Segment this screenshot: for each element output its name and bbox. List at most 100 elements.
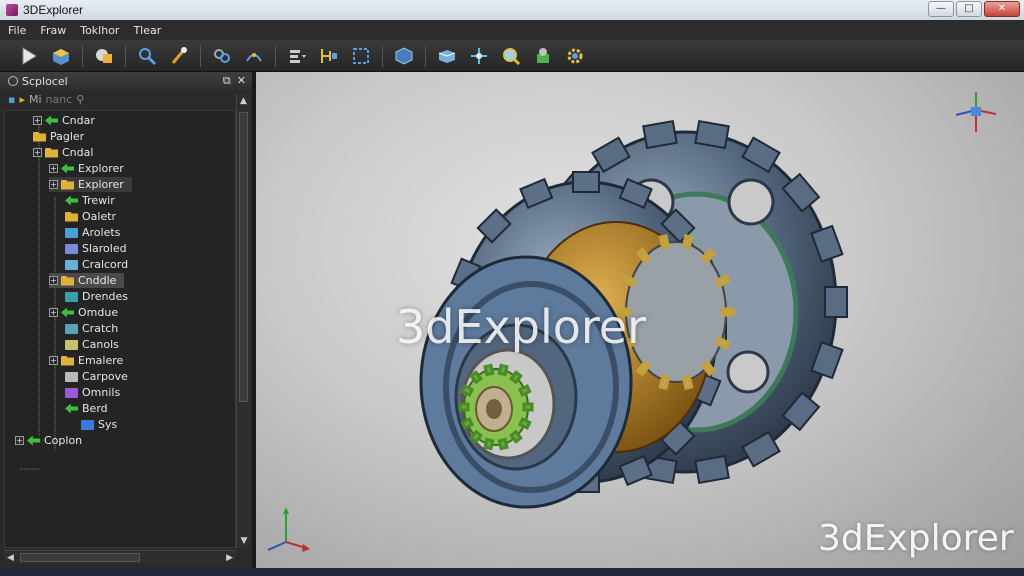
3d-viewport[interactable]: 3dExplorer 3dExplorer — [256, 72, 1024, 568]
cube-icon[interactable] — [389, 42, 419, 70]
tree-item-label: Arolets — [82, 226, 121, 239]
tree-item[interactable]: + Emalere — [49, 353, 123, 368]
box-icon[interactable] — [432, 42, 462, 70]
tree-item[interactable]: Slaroled — [65, 241, 127, 256]
gear-tooth — [517, 384, 532, 397]
tree-item-label: Cndal — [62, 146, 94, 159]
tree-item[interactable]: Cralcord — [65, 257, 128, 272]
tree-item[interactable]: + Cndar — [33, 113, 95, 128]
explorer-mode-label[interactable]: Mi — [29, 93, 42, 106]
tree-item[interactable]: Oaletr — [65, 209, 116, 224]
gear-tooth — [572, 171, 600, 193]
object-icon[interactable] — [528, 42, 558, 70]
pin-icon[interactable]: ⚲ — [76, 93, 84, 106]
expand-toggle-icon[interactable]: + — [49, 180, 58, 189]
tree-item[interactable]: Drendes — [65, 289, 128, 304]
tree-item[interactable]: + Coplon — [15, 433, 82, 448]
tree-item[interactable]: Sys — [81, 417, 117, 432]
view-orientation-gizmo[interactable] — [955, 92, 997, 132]
toolbar-separator — [82, 44, 83, 67]
toolbar-separator — [125, 44, 126, 67]
tree-item[interactable]: Cratch — [65, 321, 118, 336]
tree-item-label: Cralcord — [82, 258, 129, 271]
tree-item[interactable]: + Omdue — [49, 305, 118, 320]
tree-item[interactable]: Arolets — [65, 225, 120, 240]
scroll-left-arrow[interactable]: ◀ — [7, 551, 14, 565]
explorer-title: Scplocel — [22, 74, 68, 88]
tree-item[interactable]: Canols — [65, 337, 119, 352]
expand-toggle-icon[interactable]: + — [33, 148, 42, 157]
expand-toggle-icon[interactable]: + — [15, 436, 24, 445]
frame-icon[interactable] — [346, 42, 376, 70]
scroll-up-arrow[interactable]: ▲ — [237, 94, 250, 108]
tree-item[interactable]: + Explorer — [49, 161, 124, 176]
connect-icon[interactable] — [239, 42, 269, 70]
material-icon[interactable] — [89, 42, 119, 70]
gear-tooth — [497, 437, 509, 451]
tree-item-label: Pagler — [50, 130, 85, 143]
menu-item-fraw[interactable]: Fraw — [40, 24, 66, 37]
gear-tooth — [483, 437, 495, 451]
status-bar — [0, 568, 1024, 576]
expand-toggle-icon[interactable]: + — [49, 308, 58, 317]
zoom-icon[interactable] — [132, 42, 162, 70]
hscroll-thumb[interactable] — [20, 553, 140, 562]
green-pinion — [458, 363, 534, 451]
expand-toggle-icon[interactable]: + — [49, 356, 58, 365]
link-icon[interactable] — [207, 42, 237, 70]
tree-item-label: Berd — [82, 402, 108, 415]
toolbar-separator — [382, 44, 383, 67]
filter-icon[interactable]: ▸ — [19, 93, 25, 106]
tree-item-label: Canols — [82, 338, 119, 351]
close-button[interactable]: ✕ — [984, 1, 1020, 17]
tree-horizontal-scrollbar[interactable]: ◀ ▶ — [4, 550, 236, 564]
tree-root-icon[interactable]: ▪ — [8, 93, 15, 106]
parts-icon — [65, 323, 78, 334]
search-icon[interactable] — [496, 42, 526, 70]
axis-icon[interactable] — [464, 42, 494, 70]
green-arrow-icon — [27, 435, 40, 446]
explorer-tree: + Cndar Pagler + Cndal + Explorer + Explorer Trew… — [4, 110, 236, 548]
gear-tooth — [824, 286, 848, 318]
menu-item-toklhor[interactable]: Toklhor — [80, 24, 119, 37]
tree-item[interactable]: Berd — [65, 401, 108, 416]
minimize-button[interactable]: — — [928, 1, 954, 17]
menu-item-tlear[interactable]: Tlear — [133, 24, 161, 37]
tree-item[interactable]: Trewir — [65, 193, 115, 208]
tree-vertical-scrollbar[interactable]: ▲ ▼ — [236, 94, 250, 548]
gear-tooth — [714, 273, 732, 288]
settings-icon[interactable] — [560, 42, 590, 70]
tree-item[interactable]: + Cndal — [33, 145, 93, 160]
paint-icon[interactable] — [164, 42, 194, 70]
scroll-right-arrow[interactable]: ▶ — [226, 551, 233, 565]
tree-item[interactable]: Pagler — [33, 129, 84, 144]
tree-item[interactable]: + Explorer — [49, 177, 132, 192]
explorer-header: Scplocel ⧉ ✕ — [0, 72, 252, 90]
select-arrow-icon[interactable] — [14, 42, 44, 70]
close-panel-icon[interactable]: ✕ — [237, 74, 246, 88]
watermark-corner: 3dExplorer — [818, 518, 1014, 559]
tree-item[interactable]: Omnils — [65, 385, 120, 400]
explorer-mode-extra[interactable]: nanc — [46, 93, 73, 106]
scroll-down-arrow[interactable]: ▼ — [237, 534, 251, 548]
gear-tooth — [642, 119, 678, 150]
expand-toggle-icon[interactable]: + — [33, 116, 42, 125]
menu-item-file[interactable]: File — [8, 24, 26, 37]
tree-item[interactable]: Carpove — [65, 369, 128, 384]
solid-box-icon[interactable] — [46, 42, 76, 70]
tree-item-label: Emalere — [78, 354, 124, 367]
undock-icon[interactable]: ⧉ — [223, 74, 231, 88]
list-icon[interactable] — [282, 42, 312, 70]
scroll-thumb[interactable] — [239, 112, 248, 402]
tool-icon — [65, 339, 78, 350]
gear-tooth — [681, 233, 694, 250]
tree-item[interactable]: + Cnddle — [49, 273, 125, 288]
title-bar: 3DExplorer — □ ✕ — [0, 0, 1024, 20]
folder-icon — [61, 179, 74, 190]
expand-toggle-icon[interactable]: + — [49, 276, 58, 285]
gear-tooth — [517, 417, 532, 430]
align-icon[interactable] — [314, 42, 344, 70]
expand-toggle-icon[interactable]: + — [49, 164, 58, 173]
gear-tooth — [658, 233, 671, 250]
maximize-button[interactable]: □ — [956, 1, 982, 17]
